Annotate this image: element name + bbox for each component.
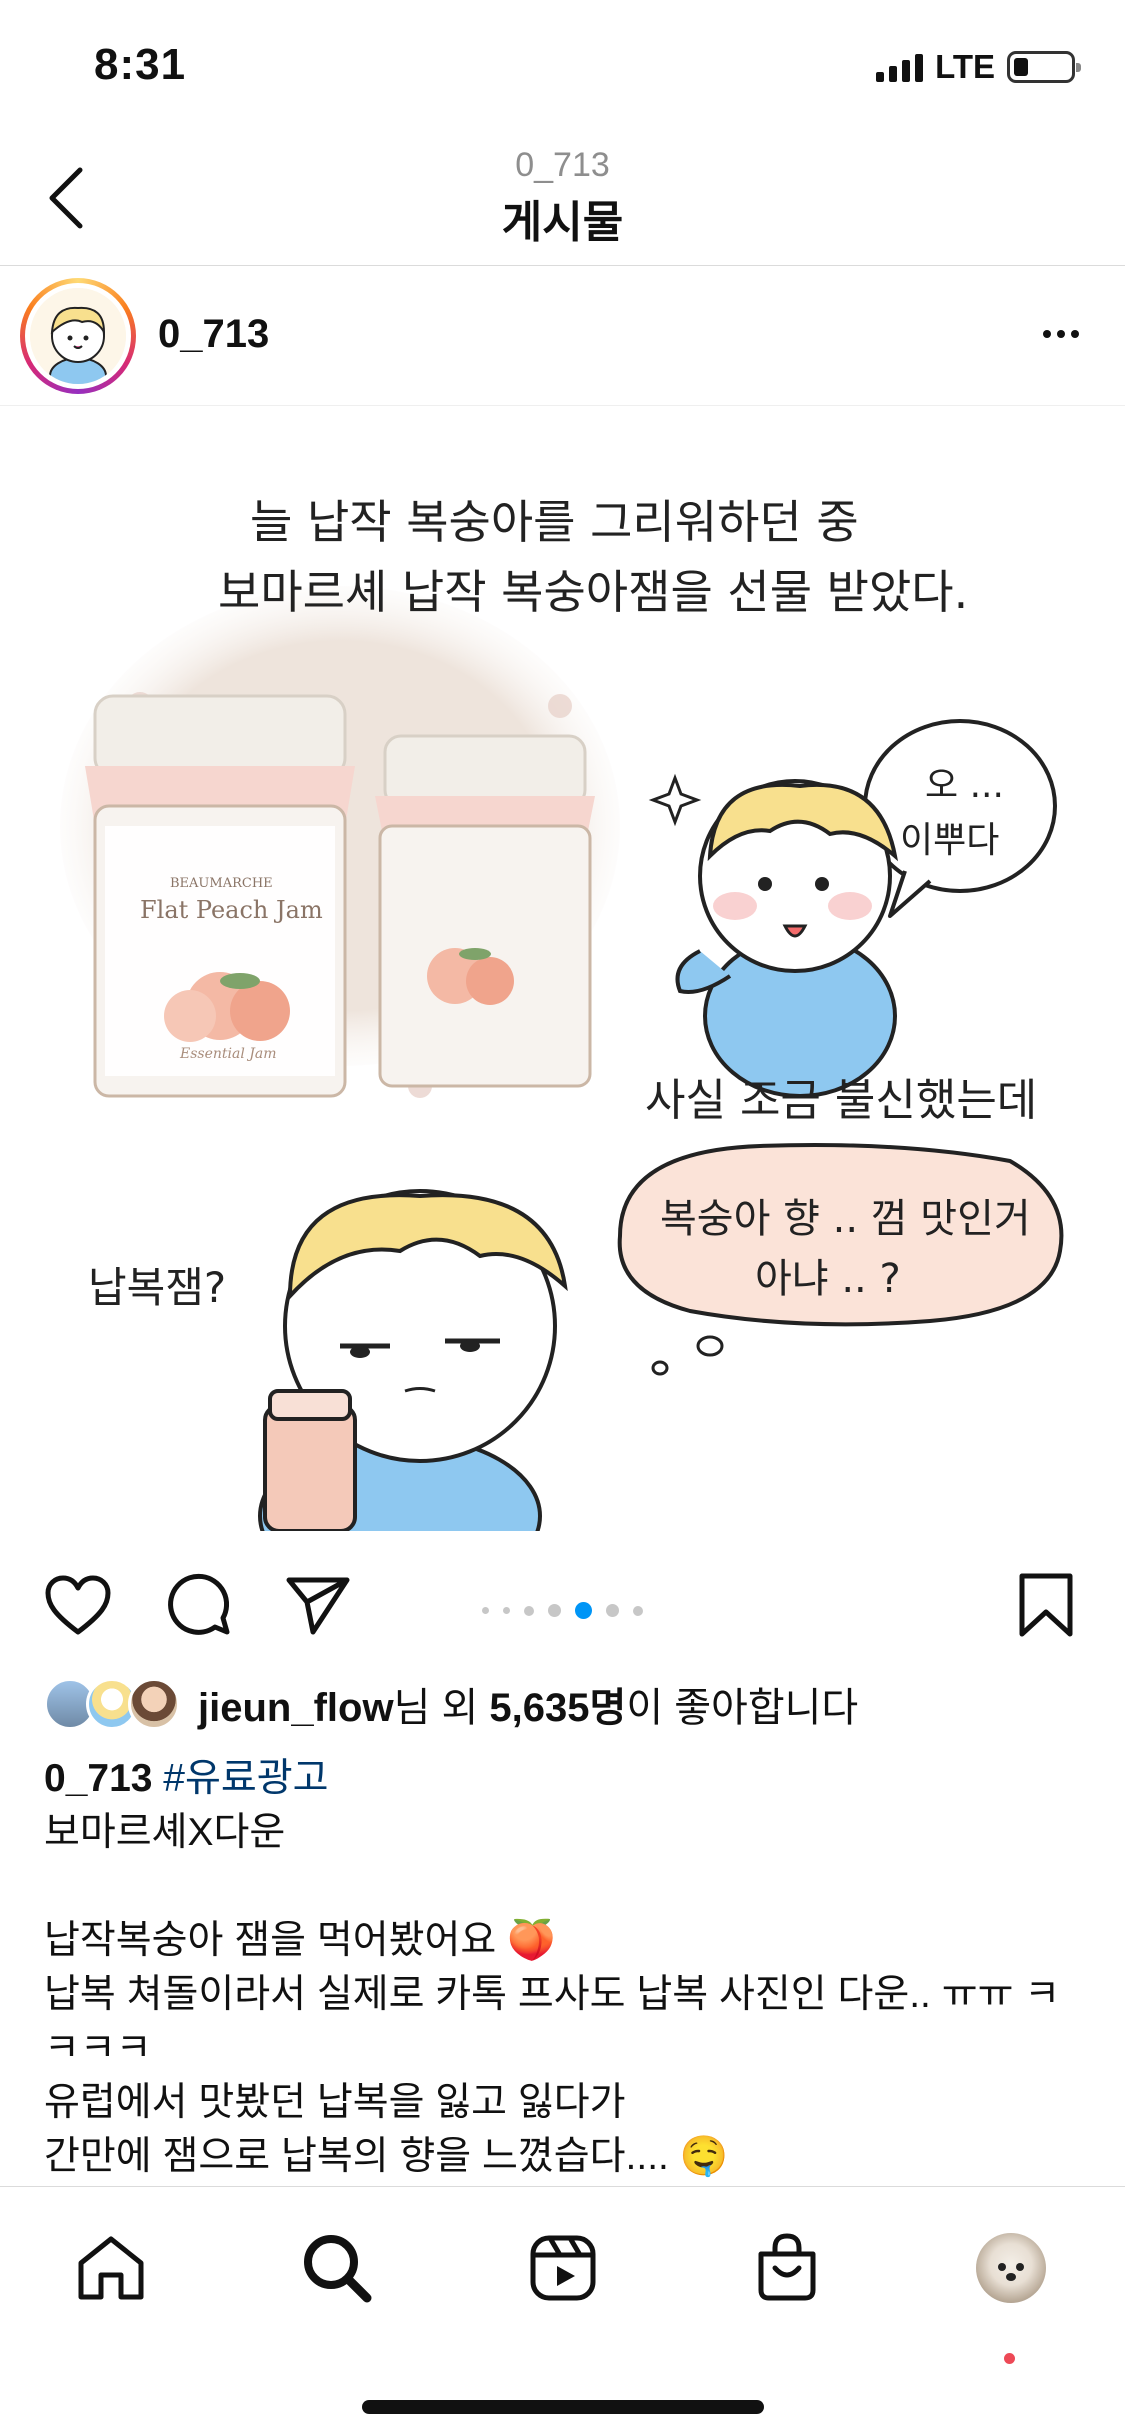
likes-summary: jieun_flow님 외 5,635명이 좋아합니다 [198,1675,858,1733]
home-indicator [362,2400,764,2414]
shop-bag-icon [758,2233,816,2301]
post-owner-row: 0_713 [0,266,1125,406]
bottom-tab-bar [0,2186,1125,2436]
caption-username[interactable]: 0_713 [44,1757,152,1800]
more-horizontal-icon [1043,330,1051,338]
caption-line: 납복 쳐돌이라서 실제로 카톡 프사도 납복 사진인 다운.. ㅠㅠ ㅋ [44,1973,1061,2016]
reels-icon [530,2235,596,2301]
thought-bubble-text-2: 아냐 .. ? [755,1256,901,1302]
battery-icon [1007,51,1081,83]
tab-search[interactable] [292,2223,382,2313]
caption-line: 간만에 잼으로 납복의 향을 느꼈습다.... 🤤 [44,2135,729,2178]
home-icon [78,2236,144,2300]
network-label: LTE [935,48,995,85]
bookmark-icon [1019,1573,1073,1637]
liker-avatar [128,1678,180,1730]
jar-sub-label: Essential Jam [180,1046,277,1062]
post-caption: 0_713 #유료광고 보마르셰X다운 납작복숭아 잼을 먹어봤어요 🍑 납복 … [44,1752,1084,2184]
notification-dot [1004,2353,1015,2364]
likes-tail-text: 이 좋아합니다 [626,1686,859,1730]
profile-avatar [976,2233,1046,2303]
carousel-dot [503,1607,510,1614]
status-indicators: LTE [876,48,1081,86]
caption-line: 납작복숭아 잼을 먹어봤어요 🍑 [44,1919,556,1962]
carousel-indicator [0,1602,1125,1619]
save-button[interactable] [1008,1567,1084,1643]
tab-profile[interactable] [966,2223,1056,2313]
speech-bubble-text-2: 이뿌다 [900,820,1000,861]
owner-username[interactable]: 0_713 [158,312,269,357]
likes-row[interactable]: jieun_flow님 외 5,635명이 좋아합니다 [44,1672,1104,1736]
comic-top-text-1: 늘 납작 복숭아를 그리워하던 중 [250,495,859,549]
post-action-bar [0,1545,1125,1665]
header-subtitle: 0_713 [515,146,610,184]
more-options-button[interactable] [1033,314,1089,354]
search-icon [304,2235,372,2303]
carousel-dot-active [575,1602,592,1619]
comic-question-text: 납복잼? [88,1263,227,1312]
carousel-dot [482,1607,489,1614]
status-bar: 8:31 LTE [0,0,1125,140]
cellular-signal-icon [876,52,924,82]
comic-middle-text: 사실 조금 불신했는데 [645,1075,1038,1126]
caption-hashtag[interactable]: #유료광고 [163,1757,328,1800]
caption-line: 유럽에서 맛봤던 납복을 잃고 잃다가 [44,2081,626,2124]
likes-mid-text: 님 외 [393,1686,490,1730]
cartoon-avatar-icon [30,288,126,384]
tab-shop[interactable] [742,2223,832,2313]
carousel-dot [524,1605,534,1616]
tab-reels[interactable] [518,2223,608,2313]
speech-bubble-text-1: 오 ... [925,765,1004,806]
nav-header: 0_713 게시물 [0,140,1125,266]
likes-count[interactable]: 5,635명 [489,1686,626,1730]
caption-line: 보마르셰X다운 [44,1811,286,1854]
page-title: 게시물 [501,198,624,247]
owner-avatar[interactable] [20,278,136,394]
carousel-dot [606,1604,619,1617]
thought-bubble-text-1: 복숭아 향 .. 껌 맛인거 [660,1196,1031,1242]
status-time: 8:31 [94,40,187,89]
caption-line: ㅋㅋㅋ [44,2027,152,2070]
carousel-dot [548,1604,561,1617]
comic-top-text-2: 보마르셰 납작 복숭아잼을 선물 받았다. [218,565,969,619]
tab-home[interactable] [66,2223,156,2313]
liker-username[interactable]: jieun_flow [198,1686,394,1730]
jar-product-label: Flat Peach Jam [140,896,323,924]
carousel-dot [633,1605,643,1616]
jar-brand-label: BEAUMARCHE [170,876,273,891]
post-image[interactable]: 늘 납작 복숭아를 그리워하던 중 보마르셰 납작 복숭아잼을 선물 받았다. … [0,406,1125,1531]
liker-avatars [44,1676,186,1732]
